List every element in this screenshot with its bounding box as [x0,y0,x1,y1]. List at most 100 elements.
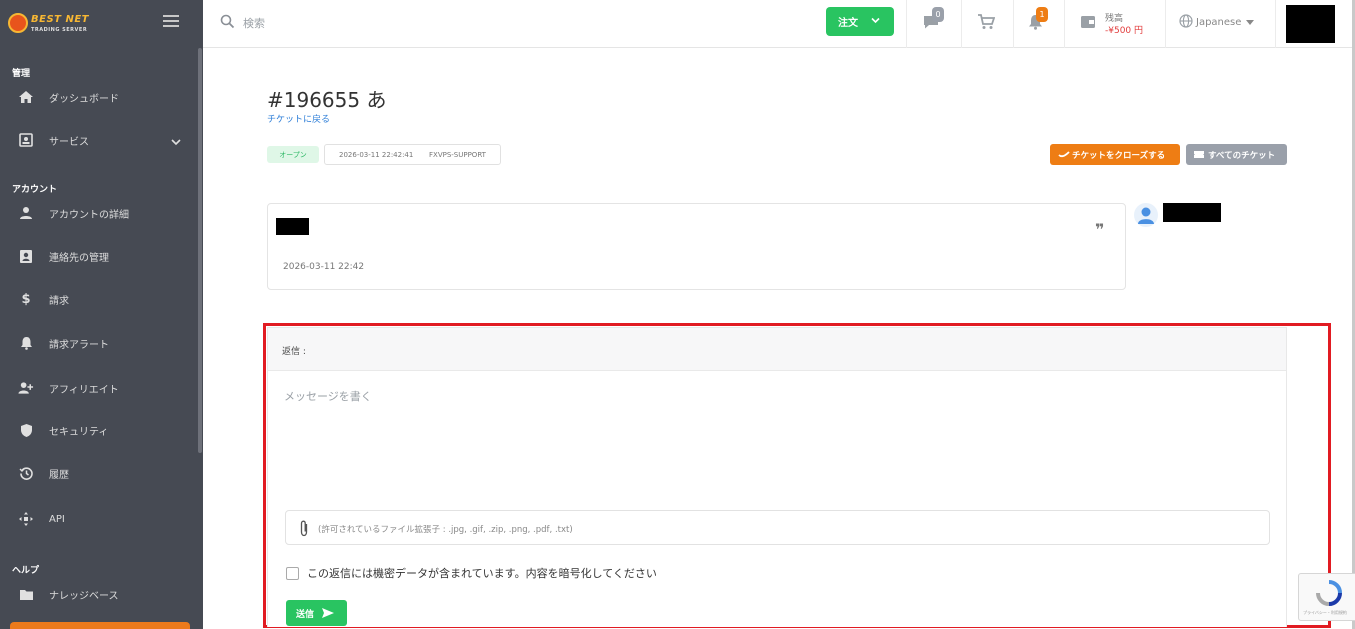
recaptcha-text: プライバシー・利用規約 [1303,610,1347,615]
send-button[interactable]: 送信 [286,600,347,626]
quote-icon[interactable]: ❞ [1095,220,1104,239]
message-date: 2026-03-11 22:42 [283,262,365,272]
recaptcha-icon [1316,580,1342,606]
language-label: Japanese [1196,17,1242,28]
caret-down-icon [1246,20,1255,25]
dollar-icon: $ [21,291,31,307]
sidebar-item-dashboard[interactable]: ダッシュボード [0,83,196,111]
sidebar-item-security[interactable]: セキュリティ [0,416,196,444]
section-help: ヘルプ [12,566,40,576]
reply-message-input[interactable] [284,388,1264,488]
home-icon [18,89,34,105]
topbar-divider [1165,0,1166,48]
brand-tagline: TRADING SERVER [31,27,88,33]
section-management: 管理 [12,69,31,79]
order-button-label: 注文 [838,18,858,29]
sidebar-item-knowledgebase[interactable]: ナレッジベース [0,580,196,608]
history-icon [18,465,34,481]
sidebar-item-label: ダッシュボード [49,93,119,105]
topbar-divider [906,0,907,48]
close-ticket-label: チケットをクローズする [1072,150,1166,161]
sidebar-item-label: セキュリティ [49,426,109,438]
sidebar-item-api[interactable]: API [0,505,196,533]
folder-icon [18,586,34,602]
search-icon [220,14,235,33]
back-to-tickets-link[interactable]: チケットに戻る [267,112,330,125]
topbar: 注文 0 1 残高 -¥500 円 Japanese [203,0,1355,48]
sidebar-item-label: 請求アラート [49,339,109,351]
sidebar-item-history[interactable]: 履歴 [0,459,196,487]
all-tickets-label: すべてのチケット [1208,150,1276,161]
brand-logo[interactable]: BEST NET TRADING SERVER [8,10,108,36]
affiliate-icon [18,380,34,396]
paperclip-icon [299,520,309,541]
wallet-icon [1080,14,1096,33]
author-name-redacted [1163,203,1221,222]
order-button[interactable]: 注文 [826,7,894,36]
message-body-redacted [276,218,309,235]
sidebar-item-label: 請求 [49,295,69,307]
sidebar-item-account-details[interactable]: アカウントの詳細 [0,199,196,227]
sidebar-item-label: サービス [49,136,89,148]
sidebar-item-billing-alerts[interactable]: 請求アラート [0,329,196,357]
send-icon [321,607,335,622]
logo-mark-icon [8,13,28,33]
sidebar-scrollbar[interactable] [198,48,202,453]
avatar [1134,203,1158,227]
search-input[interactable] [243,12,443,34]
all-tickets-button[interactable]: すべてのチケット [1186,144,1287,165]
topbar-divider [961,0,962,48]
topbar-divider [1013,0,1014,48]
sidebar-item-label: アフィリエイト [49,384,119,396]
ticket-title: #196655 あ [267,88,387,112]
bell-icon [18,335,34,351]
api-icon [18,511,34,527]
cart-icon[interactable] [977,14,996,34]
message-card: ❞ 2026-03-11 22:42 [267,203,1126,290]
shield-icon [18,422,34,438]
topbar-divider [1064,0,1065,48]
sidebar-item-services[interactable]: サービス [0,126,196,154]
encrypt-checkbox[interactable] [286,566,299,580]
user-menu[interactable] [1286,5,1335,43]
notifications-badge: 1 [1036,7,1048,22]
sidebar-item-label: API [49,513,65,525]
user-avatar-icon [1138,207,1154,224]
sidebar: BEST NET TRADING SERVER 管理 ダッシュボード サービス … [0,0,203,629]
user-icon [18,205,34,221]
sidebar-item-affiliate[interactable]: アフィリエイト [0,374,196,402]
sidebar-item-label: 履歴 [49,469,69,481]
chevron-down-icon [171,131,181,150]
language-selector[interactable]: Japanese [1179,14,1255,31]
balance-value[interactable]: -¥500 円 [1105,23,1143,36]
sidebar-bottom-button[interactable] [10,622,190,629]
ticket-created-date: 2026-03-11 22:42:41 [339,151,414,159]
sidebar-item-billing[interactable]: $ 請求 [0,285,196,313]
reply-header-label: 返信 : [282,347,306,357]
send-button-label: 送信 [296,609,315,620]
close-ticket-button[interactable]: チケットをクローズする [1050,144,1180,165]
encrypt-label[interactable]: この返信には機密データが含まれています。内容を暗号化してください [307,565,657,581]
reply-header: 返信 : [268,328,1286,371]
brand-name: BEST NET [31,14,89,25]
topbar-divider [1275,0,1276,48]
service-icon [18,132,34,148]
ticket-department: FXVPS-SUPPORT [429,151,486,159]
encrypt-option: この返信には機密データが含まれています。内容を暗号化してください [286,565,657,581]
sidebar-item-label: アカウントの詳細 [49,209,129,221]
globe-icon [1179,14,1193,31]
chevron-down-icon [871,16,880,27]
status-badge: オープン [267,146,319,163]
attachment-field[interactable]: (許可されているファイル拡張子 : .jpg, .gif, .zip, .png… [285,510,1270,545]
handshake-icon [1058,149,1070,162]
recaptcha-badge[interactable]: プライバシー・利用規約 [1298,573,1355,621]
sidebar-item-contacts[interactable]: 連絡先の管理 [0,242,196,270]
tickets-icon [1193,149,1205,163]
reply-form: 返信 : (許可されているファイル拡張子 : .jpg, .gif, .zip,… [267,327,1287,627]
ticket-meta: 2026-03-11 22:42:41 FXVPS-SUPPORT [324,144,501,165]
attachment-hint: (許可されているファイル拡張子 : .jpg, .gif, .zip, .png… [318,525,573,535]
sidebar-item-label: 連絡先の管理 [49,252,109,264]
section-account: アカウント [12,185,58,195]
sidebar-item-label: ナレッジベース [49,590,119,602]
menu-toggle-icon[interactable] [163,15,179,27]
